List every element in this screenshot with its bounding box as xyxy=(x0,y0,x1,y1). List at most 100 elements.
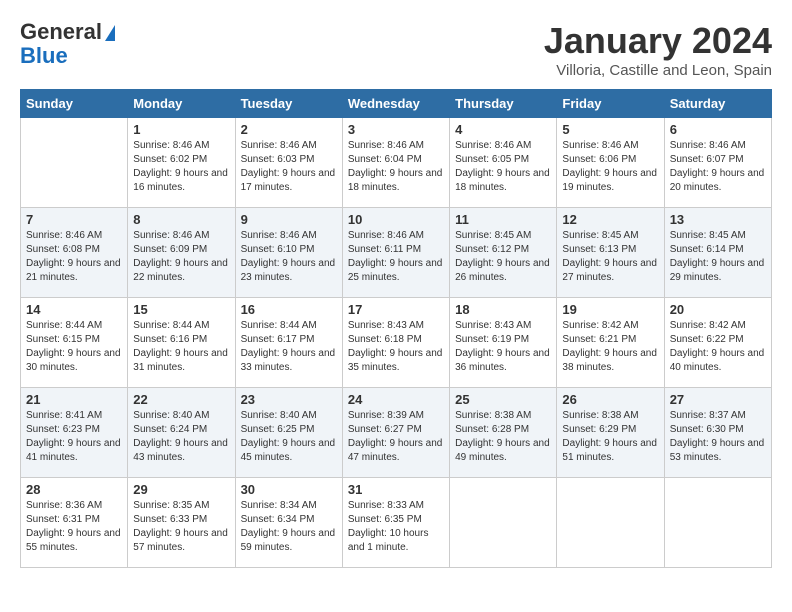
day-number: 27 xyxy=(670,392,766,407)
calendar-week-row: 1 Sunrise: 8:46 AMSunset: 6:02 PMDaylight… xyxy=(21,118,772,208)
calendar-table: SundayMondayTuesdayWednesdayThursdayFrid… xyxy=(20,89,772,568)
calendar-cell: 14Sunrise: 8:44 AMSunset: 6:15 PMDayligh… xyxy=(21,298,128,388)
day-of-week-header: Saturday xyxy=(664,90,771,118)
day-info: Sunrise: 8:34 AMSunset: 6:34 PMDaylight:… xyxy=(241,499,337,555)
calendar-cell: 31Sunrise: 8:33 AMSunset: 6:35 PMDayligh… xyxy=(342,478,449,568)
location-title: Villoria, Castille and Leon, Spain xyxy=(544,62,772,79)
day-info: Sunrise: 8:45 AMSunset: 6:13 PMDaylight:… xyxy=(562,229,658,285)
calendar-cell: 2 Sunrise: 8:46 AMSunset: 6:03 PMDaylight… xyxy=(235,118,342,208)
calendar-cell: 29 Sunrise: 8:35 AMSunset: 6:33 PMDayligh… xyxy=(128,478,235,568)
month-title: January 2024 xyxy=(544,20,772,62)
day-number: 23 xyxy=(241,392,337,407)
calendar-cell: 13 Sunrise: 8:45 AMSunset: 6:14 PMDayligh… xyxy=(664,208,771,298)
day-info: Sunrise: 8:40 AMSunset: 6:25 PMDaylight:… xyxy=(241,409,337,465)
day-number: 1 xyxy=(133,122,229,137)
day-of-week-header: Friday xyxy=(557,90,664,118)
calendar-cell: 28 Sunrise: 8:36 AMSunset: 6:31 PMDayligh… xyxy=(21,478,128,568)
day-info: Sunrise: 8:46 AMSunset: 6:10 PMDaylight:… xyxy=(241,229,337,285)
calendar-cell: 18Sunrise: 8:43 AMSunset: 6:19 PMDayligh… xyxy=(450,298,557,388)
day-number: 14 xyxy=(26,302,122,317)
day-number: 30 xyxy=(241,482,337,497)
day-info: Sunrise: 8:46 AMSunset: 6:03 PMDaylight:… xyxy=(241,139,337,195)
day-info: Sunrise: 8:46 AMSunset: 6:04 PMDaylight:… xyxy=(348,139,444,195)
day-number: 6 xyxy=(670,122,766,137)
day-number: 28 xyxy=(26,482,122,497)
calendar-cell: 25Sunrise: 8:38 AMSunset: 6:28 PMDayligh… xyxy=(450,388,557,478)
day-number: 25 xyxy=(455,392,551,407)
calendar-body: 1 Sunrise: 8:46 AMSunset: 6:02 PMDaylight… xyxy=(21,118,772,568)
calendar-header-row: SundayMondayTuesdayWednesdayThursdayFrid… xyxy=(21,90,772,118)
day-number: 22 xyxy=(133,392,229,407)
day-info: Sunrise: 8:39 AMSunset: 6:27 PMDaylight:… xyxy=(348,409,444,465)
logo-general: General xyxy=(20,20,115,44)
day-of-week-header: Tuesday xyxy=(235,90,342,118)
day-number: 13 xyxy=(670,212,766,227)
header: General Blue January 2024 Villoria, Cast… xyxy=(20,20,772,79)
logo: General Blue xyxy=(20,20,115,68)
day-of-week-header: Wednesday xyxy=(342,90,449,118)
calendar-cell: 6 Sunrise: 8:46 AMSunset: 6:07 PMDaylight… xyxy=(664,118,771,208)
calendar-cell xyxy=(664,478,771,568)
day-info: Sunrise: 8:41 AMSunset: 6:23 PMDaylight:… xyxy=(26,409,122,465)
calendar-week-row: 28 Sunrise: 8:36 AMSunset: 6:31 PMDayligh… xyxy=(21,478,772,568)
day-info: Sunrise: 8:42 AMSunset: 6:22 PMDaylight:… xyxy=(670,319,766,375)
day-info: Sunrise: 8:46 AMSunset: 6:07 PMDaylight:… xyxy=(670,139,766,195)
calendar-cell: 12Sunrise: 8:45 AMSunset: 6:13 PMDayligh… xyxy=(557,208,664,298)
day-info: Sunrise: 8:43 AMSunset: 6:18 PMDaylight:… xyxy=(348,319,444,375)
calendar-cell xyxy=(557,478,664,568)
day-number: 16 xyxy=(241,302,337,317)
calendar-cell: 24 Sunrise: 8:39 AMSunset: 6:27 PMDayligh… xyxy=(342,388,449,478)
day-info: Sunrise: 8:36 AMSunset: 6:31 PMDaylight:… xyxy=(26,499,122,555)
day-number: 31 xyxy=(348,482,444,497)
calendar-cell: 27 Sunrise: 8:37 AMSunset: 6:30 PMDayligh… xyxy=(664,388,771,478)
calendar-cell: 23 Sunrise: 8:40 AMSunset: 6:25 PMDayligh… xyxy=(235,388,342,478)
calendar-cell: 10 Sunrise: 8:46 AMSunset: 6:11 PMDayligh… xyxy=(342,208,449,298)
day-number: 15 xyxy=(133,302,229,317)
day-info: Sunrise: 8:46 AMSunset: 6:08 PMDaylight:… xyxy=(26,229,122,285)
day-number: 20 xyxy=(670,302,766,317)
calendar-cell: 9 Sunrise: 8:46 AMSunset: 6:10 PMDaylight… xyxy=(235,208,342,298)
day-number: 8 xyxy=(133,212,229,227)
day-info: Sunrise: 8:43 AMSunset: 6:19 PMDaylight:… xyxy=(455,319,551,375)
calendar-cell: 15 Sunrise: 8:44 AMSunset: 6:16 PMDayligh… xyxy=(128,298,235,388)
day-info: Sunrise: 8:44 AMSunset: 6:16 PMDaylight:… xyxy=(133,319,229,375)
day-number: 29 xyxy=(133,482,229,497)
calendar-cell: 16Sunrise: 8:44 AMSunset: 6:17 PMDayligh… xyxy=(235,298,342,388)
calendar-cell: 7 Sunrise: 8:46 AMSunset: 6:08 PMDaylight… xyxy=(21,208,128,298)
calendar-cell: 26Sunrise: 8:38 AMSunset: 6:29 PMDayligh… xyxy=(557,388,664,478)
day-of-week-header: Monday xyxy=(128,90,235,118)
day-info: Sunrise: 8:37 AMSunset: 6:30 PMDaylight:… xyxy=(670,409,766,465)
day-of-week-header: Thursday xyxy=(450,90,557,118)
day-number: 4 xyxy=(455,122,551,137)
calendar-cell: 17Sunrise: 8:43 AMSunset: 6:18 PMDayligh… xyxy=(342,298,449,388)
day-info: Sunrise: 8:46 AMSunset: 6:06 PMDaylight:… xyxy=(562,139,658,195)
day-number: 21 xyxy=(26,392,122,407)
calendar-cell: 21 Sunrise: 8:41 AMSunset: 6:23 PMDayligh… xyxy=(21,388,128,478)
day-info: Sunrise: 8:45 AMSunset: 6:14 PMDaylight:… xyxy=(670,229,766,285)
day-info: Sunrise: 8:46 AMSunset: 6:09 PMDaylight:… xyxy=(133,229,229,285)
day-number: 7 xyxy=(26,212,122,227)
calendar-cell: 11 Sunrise: 8:45 AMSunset: 6:12 PMDayligh… xyxy=(450,208,557,298)
day-info: Sunrise: 8:42 AMSunset: 6:21 PMDaylight:… xyxy=(562,319,658,375)
day-info: Sunrise: 8:46 AMSunset: 6:11 PMDaylight:… xyxy=(348,229,444,285)
logo-blue: Blue xyxy=(20,44,68,68)
day-info: Sunrise: 8:45 AMSunset: 6:12 PMDaylight:… xyxy=(455,229,551,285)
day-number: 9 xyxy=(241,212,337,227)
calendar-cell: 3 Sunrise: 8:46 AMSunset: 6:04 PMDaylight… xyxy=(342,118,449,208)
calendar-week-row: 21 Sunrise: 8:41 AMSunset: 6:23 PMDayligh… xyxy=(21,388,772,478)
calendar-cell: 22Sunrise: 8:40 AMSunset: 6:24 PMDayligh… xyxy=(128,388,235,478)
day-info: Sunrise: 8:38 AMSunset: 6:29 PMDaylight:… xyxy=(562,409,658,465)
calendar-cell: 4Sunrise: 8:46 AMSunset: 6:05 PMDaylight… xyxy=(450,118,557,208)
day-number: 24 xyxy=(348,392,444,407)
day-number: 10 xyxy=(348,212,444,227)
day-info: Sunrise: 8:46 AMSunset: 6:02 PMDaylight:… xyxy=(133,139,229,195)
day-number: 2 xyxy=(241,122,337,137)
day-number: 3 xyxy=(348,122,444,137)
calendar-cell: 20 Sunrise: 8:42 AMSunset: 6:22 PMDayligh… xyxy=(664,298,771,388)
day-info: Sunrise: 8:35 AMSunset: 6:33 PMDaylight:… xyxy=(133,499,229,555)
day-of-week-header: Sunday xyxy=(21,90,128,118)
calendar-cell xyxy=(21,118,128,208)
day-number: 11 xyxy=(455,212,551,227)
calendar-cell: 8 Sunrise: 8:46 AMSunset: 6:09 PMDaylight… xyxy=(128,208,235,298)
title-area: January 2024 Villoria, Castille and Leon… xyxy=(544,20,772,79)
